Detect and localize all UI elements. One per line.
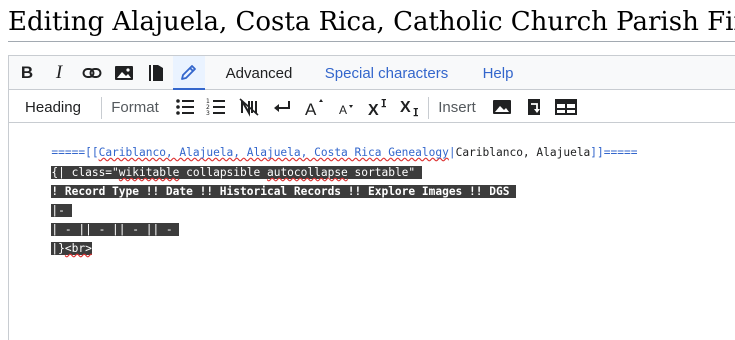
newline-icon [274,101,290,112]
tab-help[interactable]: Help [475,56,521,90]
advanced-toolbar: Heading Format 1 2 3 A A X X Insert [9,91,735,123]
heading-dropdown[interactable]: Heading [13,91,93,123]
numbered-list-button[interactable]: 1 2 3 [203,91,229,123]
code-line-3: ! Record Type !! Date !! Historical Reco… [11,163,517,198]
small-text-icon: A [339,103,353,117]
wikilink-text: Cariblanco, Alajuela [455,146,591,159]
redirect-icon [528,99,540,115]
svg-text:X: X [368,102,379,117]
table-button[interactable] [552,91,580,123]
subscript-button[interactable]: X [397,91,423,123]
wikilink-pipe: | [448,146,456,159]
italic-button[interactable]: I [45,56,73,90]
svg-text:X: X [400,99,411,116]
citation-button[interactable] [142,56,170,90]
code-line-5: | - || - || - || - [11,201,180,236]
heading-markup-end: ]]===== [590,146,638,159]
svg-text:A: A [305,100,317,117]
link-button[interactable] [77,56,107,90]
superscript-button[interactable]: X [365,91,391,123]
book-icon [149,65,163,81]
format-dropdown-label: Format [111,98,159,116]
subscript-icon: X [400,99,418,117]
signature-button[interactable] [173,56,205,90]
page-title: Editing Alajuela, Costa Rica, Catholic C… [8,7,735,37]
code-line-4: |- [11,182,72,217]
gallery-icon [493,100,511,114]
tab-special-characters[interactable]: Special characters [319,56,454,90]
tab-help-label: Help [482,64,514,82]
bulleted-list-icon [176,99,194,115]
svg-text:A: A [339,103,347,117]
heading-dropdown-label: Heading [25,98,81,116]
table-header-markup: ! Record Type !! Date !! Historical Reco… [51,185,517,198]
title-divider [8,41,735,42]
br-tag: <br> [64,242,92,255]
table-close-markup: |} [51,242,65,255]
italic-icon: I [55,62,63,83]
tab-advanced[interactable]: Advanced [219,56,299,90]
code-line-1: =====[[Cariblanco, Alajuela, Alajuela, C… [11,124,637,159]
insert-dropdown-label: Insert [438,98,476,116]
superscript-icon: X [368,99,386,117]
table-icon [555,99,577,115]
toolbar-separator [428,97,429,119]
toolbar-separator [101,97,102,119]
image-button[interactable] [110,56,138,90]
insert-dropdown[interactable]: Insert [431,91,483,123]
pencil-icon [181,65,196,80]
gallery-button[interactable] [489,91,515,123]
svg-text:3: 3 [206,110,210,117]
no-wiki-icon [239,98,259,117]
tab-special-characters-label: Special characters [324,64,449,82]
code-line-2: {| class="wikitable collapsible autocoll… [11,144,422,179]
bulleted-list-button[interactable] [173,91,197,123]
bold-button[interactable]: B [13,56,41,90]
wikitext-editor: B I Advanced Special characters Help Hea… [8,55,735,340]
code-line-6: |}<br> [11,220,92,255]
tab-advanced-label: Advanced [225,64,293,82]
bold-icon: B [20,63,34,82]
no-wiki-button[interactable] [235,91,263,123]
numbered-list-icon: 1 2 3 [206,98,225,117]
big-text-icon: A [305,99,323,117]
image-icon [115,66,133,80]
redirect-button[interactable] [521,91,547,123]
small-text-button[interactable]: A [333,91,359,123]
wikitext-textarea[interactable]: =====[[Cariblanco, Alajuela, Alajuela, C… [9,124,735,340]
main-toolbar: B I Advanced Special characters Help [9,56,735,90]
new-line-button[interactable] [269,91,295,123]
link-icon [82,68,102,78]
big-text-button[interactable]: A [301,91,327,123]
format-dropdown[interactable]: Format [107,91,163,123]
